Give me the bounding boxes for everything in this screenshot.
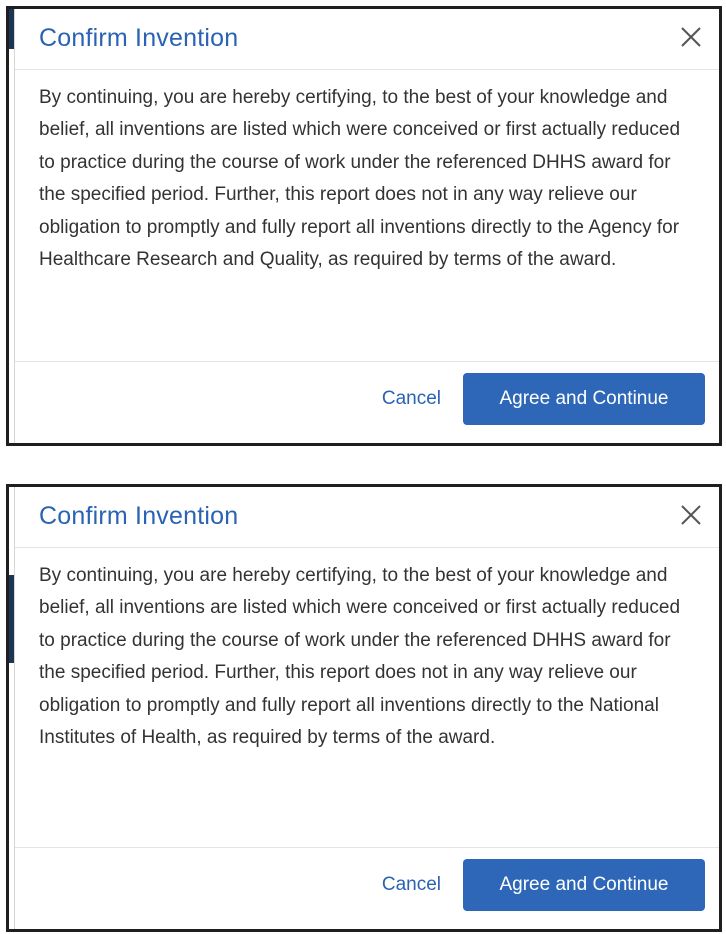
dialog-header: Confirm Invention [15, 487, 719, 548]
dialog-title: Confirm Invention [39, 502, 239, 530]
dialog-header: Confirm Invention [15, 9, 719, 70]
dialog-title: Confirm Invention [39, 24, 239, 52]
agree-and-continue-button[interactable]: Agree and Continue [463, 859, 705, 911]
screenshot-nih-dialog: Confirm Invention By continuing, you are… [6, 484, 722, 932]
certification-text: By continuing, you are hereby certifying… [39, 87, 681, 271]
dialog-footer: Cancel Agree and Continue [15, 848, 719, 928]
dialog-body: By continuing, you are hereby certifying… [15, 548, 719, 848]
close-icon [681, 27, 701, 47]
screenshot-aharq-dialog: Confirm Invention By continuing, you are… [6, 6, 722, 446]
certification-text: By continuing, you are hereby certifying… [39, 565, 681, 749]
close-button[interactable] [673, 19, 709, 55]
agree-and-continue-button[interactable]: Agree and Continue [463, 373, 705, 425]
cancel-button[interactable]: Cancel [382, 874, 441, 896]
confirm-invention-dialog: Confirm Invention By continuing, you are… [14, 9, 719, 443]
close-button[interactable] [673, 497, 709, 533]
dialog-body: By continuing, you are hereby certifying… [15, 70, 719, 362]
confirm-invention-dialog: Confirm Invention By continuing, you are… [14, 487, 719, 929]
dialog-footer: Cancel Agree and Continue [15, 362, 719, 442]
close-icon [681, 505, 701, 525]
cancel-button[interactable]: Cancel [382, 388, 441, 410]
